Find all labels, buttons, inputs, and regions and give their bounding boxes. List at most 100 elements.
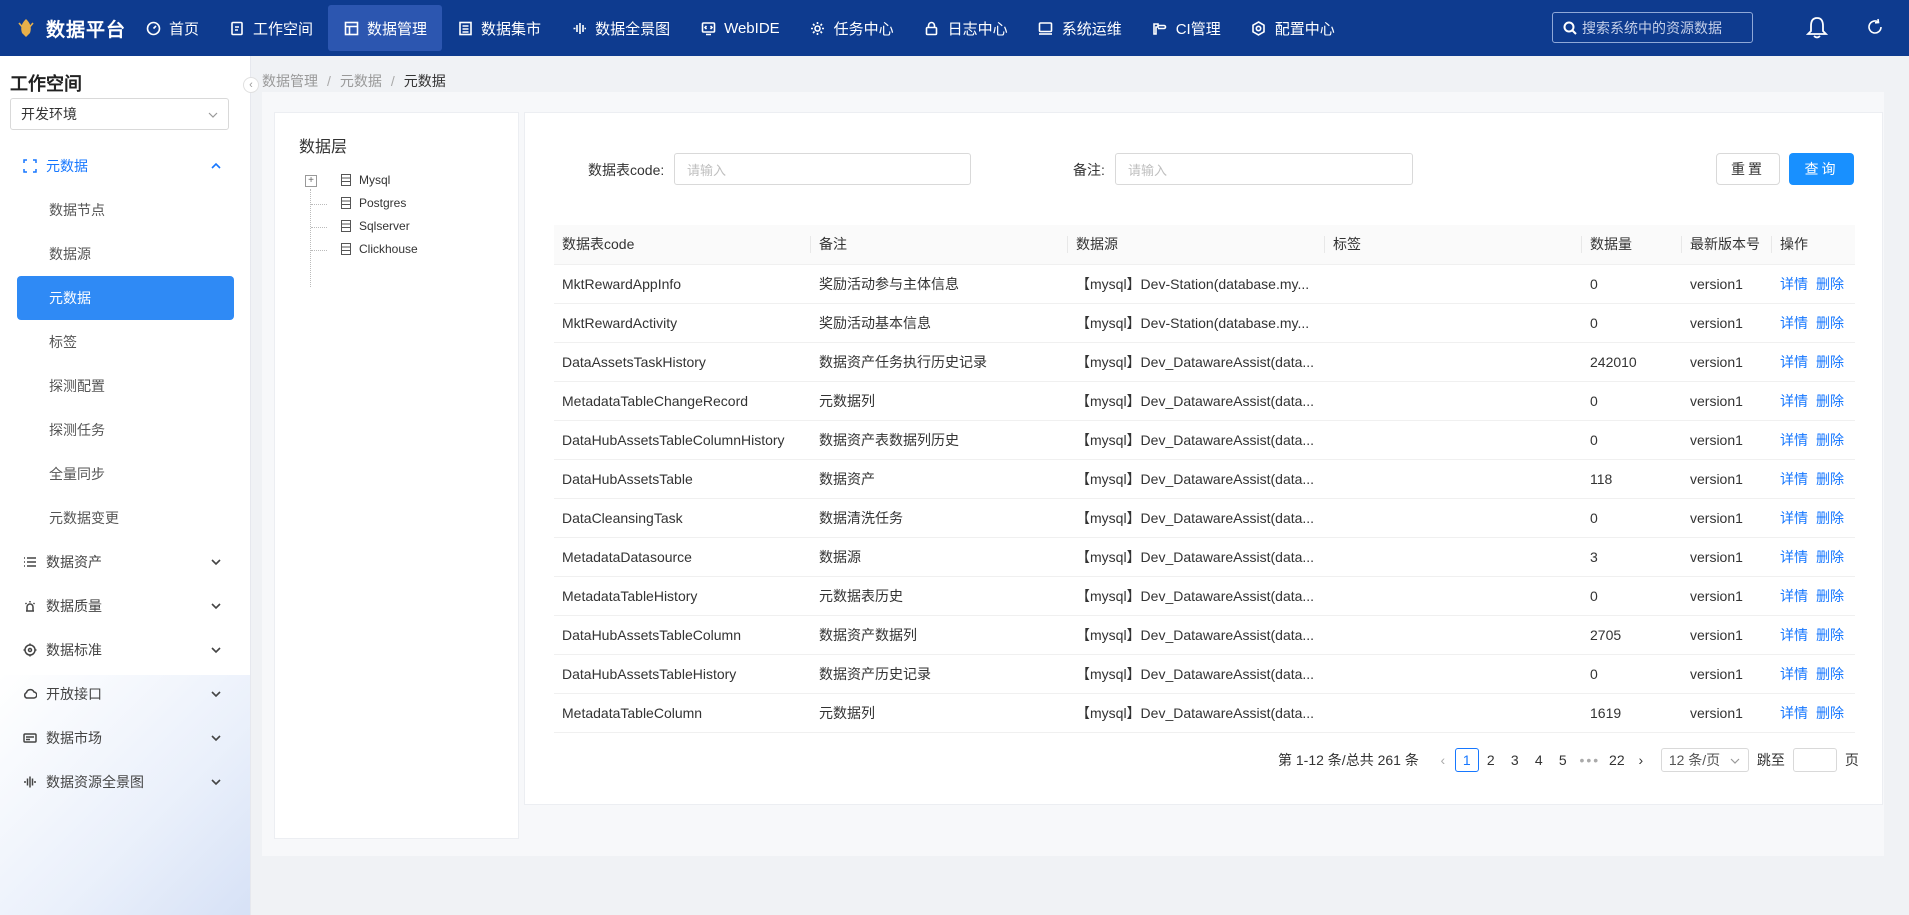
cell-table-code: DataHubAssetsTableColumnHistory [554,420,811,460]
delete-link[interactable]: 删除 [1816,432,1844,448]
delete-link[interactable]: 删除 [1816,549,1844,565]
sidebar-subitem[interactable]: 元数据 [17,276,234,320]
delete-link[interactable]: 删除 [1816,666,1844,682]
table-row[interactable]: DataCleansingTask 数据清洗任务 【mysql】Dev_Datawa… [554,498,1855,538]
detail-link[interactable]: 详情 [1780,510,1808,526]
sidebar-subitem[interactable]: 元数据变更 [0,496,250,540]
detail-link[interactable]: 详情 [1780,315,1808,331]
cell-tags [1325,459,1582,499]
reset-button[interactable]: 重置 [1716,153,1780,185]
tree-node[interactable]: Sqlserver [341,219,410,233]
tree-node[interactable]: Postgres [341,196,406,210]
tree-node[interactable]: Clickhouse [341,242,418,256]
table-row[interactable]: MetadataTableColumn 元数据列 【mysql】Dev_Datawa… [554,693,1855,733]
nav-item[interactable]: 日志中心 [909,5,1023,51]
detail-link[interactable]: 详情 [1780,588,1808,604]
bell-icon[interactable] [1806,16,1828,40]
nav-item[interactable]: 数据全景图 [556,5,685,51]
collapse-sidebar-button[interactable]: ‹ [243,77,259,93]
nav-item[interactable]: 任务中心 [795,5,909,51]
refresh-icon[interactable] [1866,18,1884,36]
table-row[interactable]: DataHubAssetsTableColumnHistory 数据资产表数据列历… [554,420,1855,460]
table-row[interactable]: DataAssetsTaskHistory 数据资产任务执行历史记录 【mysql】… [554,342,1855,382]
environment-select[interactable]: 开发环境 [10,98,229,130]
page-number[interactable]: 4 [1527,748,1551,772]
breadcrumb-item[interactable]: 数据管理 [262,71,318,91]
page-last[interactable]: 22 [1605,748,1629,772]
delete-link[interactable]: 删除 [1816,627,1844,643]
sidebar-subitem[interactable]: 数据源 [0,232,250,276]
menu-group-data-quality[interactable]: 数据质量 [0,584,250,628]
page-size-select[interactable]: 12 条/页 [1660,748,1749,772]
nav-item[interactable]: 配置中心 [1236,5,1350,51]
sidebar-subitem[interactable]: 标签 [0,320,250,364]
sidebar-subitem[interactable]: 数据节点 [0,188,250,232]
table-header-row: 数据表code 备注 数据源 标签 数据量 最新版本号 操作 [554,225,1855,265]
table-row[interactable]: MetadataDatasource 数据源 【mysql】Dev_Dataware… [554,537,1855,577]
query-button[interactable]: 查询 [1789,153,1854,185]
table-code-input[interactable]: 请输入 [674,153,971,185]
menu-group-metadata[interactable]: 元数据 [0,144,250,188]
page-ellipsis[interactable]: ••• [1575,752,1605,768]
menu-group-data-market[interactable]: 数据市场 [0,716,250,760]
global-search-input[interactable]: 搜索系统中的资源数据 [1552,12,1753,43]
tree-node[interactable]: Mysql [341,173,390,187]
nav-item[interactable]: 工作空间 [214,5,328,51]
remark-input[interactable]: 请输入 [1115,153,1413,185]
table-row[interactable]: MktRewardActivity 奖励活动基本信息 【mysql】Dev-Stat… [554,303,1855,343]
sidebar-subitem[interactable]: 探测配置 [0,364,250,408]
detail-link[interactable]: 详情 [1780,471,1808,487]
menu-group-data-assets[interactable]: 数据资产 [0,540,250,584]
sidebar-subitem[interactable]: 探测任务 [0,408,250,452]
cell-remark: 元数据表历史 [811,576,1068,616]
detail-link[interactable]: 详情 [1780,393,1808,409]
dashboard-icon [145,20,161,36]
menu-group-open-api[interactable]: 开放接口 [0,672,250,716]
delete-link[interactable]: 删除 [1816,705,1844,721]
table-icon [343,20,359,36]
cell-table-code: DataCleansingTask [554,498,811,538]
delete-link[interactable]: 删除 [1816,354,1844,370]
cell-data-volume: 0 [1582,303,1682,343]
prev-page-icon[interactable]: ‹ [1431,752,1455,768]
nav-item[interactable]: 系统运维 [1023,5,1137,51]
detail-link[interactable]: 详情 [1780,549,1808,565]
table-row[interactable]: MetadataTableChangeRecord 元数据列 【mysql】Dev_… [554,381,1855,421]
table-row[interactable]: DataHubAssetsTable 数据资产 【mysql】Dev_Datawar… [554,459,1855,499]
page-number[interactable]: 2 [1479,748,1503,772]
menu-group-data-standard[interactable]: 数据标准 [0,628,250,672]
detail-link[interactable]: 详情 [1780,666,1808,682]
nav-item[interactable]: 首页 [130,5,214,51]
page-number[interactable]: 5 [1551,748,1575,772]
table-row[interactable]: MktRewardAppInfo 奖励活动参与主体信息 【mysql】Dev-Sta… [554,264,1855,304]
jump-page-input[interactable] [1792,748,1837,772]
detail-link[interactable]: 详情 [1780,627,1808,643]
detail-link[interactable]: 详情 [1780,432,1808,448]
nav-item[interactable]: WebIDE [685,5,795,51]
nav-item[interactable]: CI管理 [1137,5,1236,51]
brand[interactable]: 数据平台 [0,0,130,56]
breadcrumb-item[interactable]: 元数据 [340,71,382,91]
delete-link[interactable]: 删除 [1816,588,1844,604]
delete-link[interactable]: 删除 [1816,471,1844,487]
table-row[interactable]: DataHubAssetsTableHistory 数据资产历史记录 【mysql】… [554,654,1855,694]
page-current[interactable]: 1 [1454,748,1479,772]
tree-expand-icon[interactable]: + [305,175,317,187]
table-row[interactable]: MetadataTableHistory 元数据表历史 【mysql】Dev_Dat… [554,576,1855,616]
page-number[interactable]: 3 [1503,748,1527,772]
delete-link[interactable]: 删除 [1816,393,1844,409]
table-row[interactable]: DataHubAssetsTableColumn 数据资产数据列 【mysql】De… [554,615,1855,655]
menu-group-resource-map[interactable]: 数据资源全景图 [0,760,250,804]
detail-link[interactable]: 详情 [1780,276,1808,292]
next-page-icon[interactable]: › [1629,752,1653,768]
cell-table-code: DataHubAssetsTableColumn [554,615,811,655]
delete-link[interactable]: 删除 [1816,276,1844,292]
delete-link[interactable]: 删除 [1816,510,1844,526]
sidebar-subitem[interactable]: 全量同步 [0,452,250,496]
detail-link[interactable]: 详情 [1780,705,1808,721]
nav-item[interactable]: 数据管理 [328,5,443,51]
nav-item[interactable]: 数据集市 [442,5,556,51]
delete-link[interactable]: 删除 [1816,315,1844,331]
detail-link[interactable]: 详情 [1780,354,1808,370]
graph-icon [22,774,38,790]
